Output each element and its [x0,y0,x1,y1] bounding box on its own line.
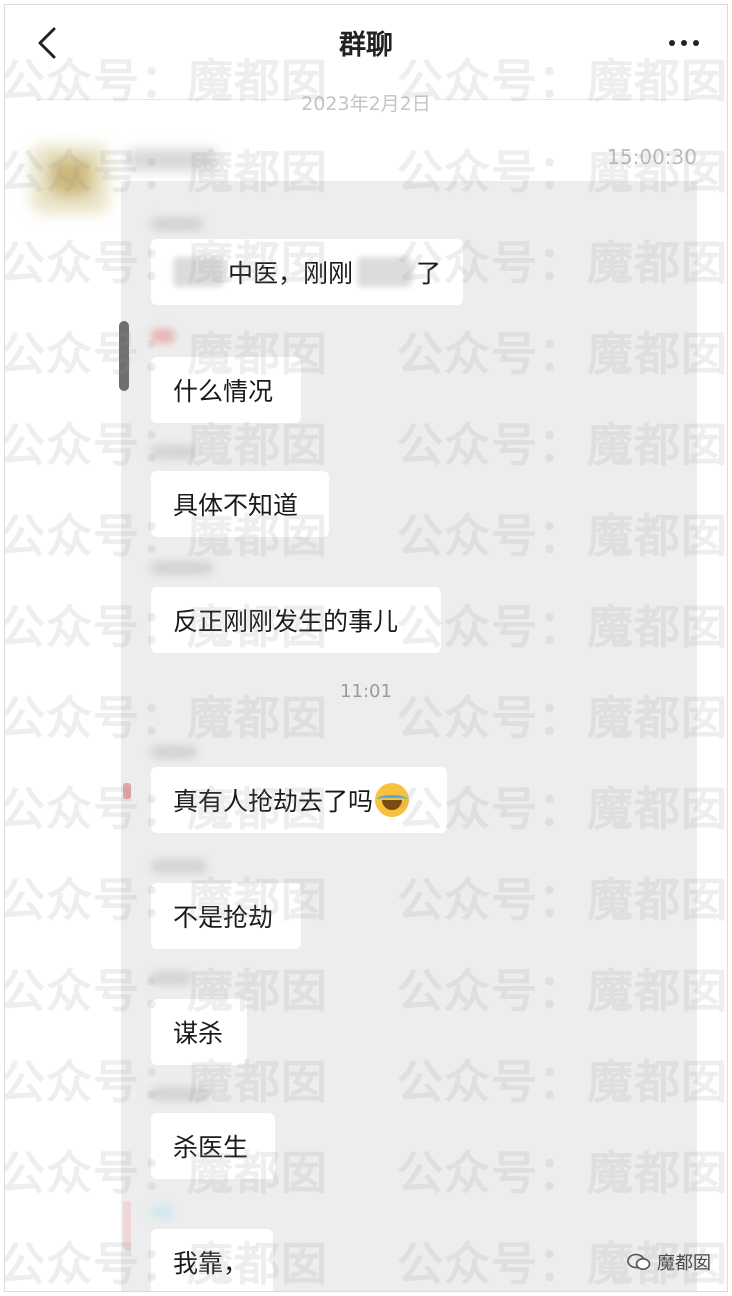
nickname-blurred [151,971,191,985]
redacted-text [173,257,225,287]
laughing-tears-emoji [375,783,410,817]
more-dot-icon [669,40,675,46]
more-dot-icon [693,40,699,46]
message-bubble[interactable]: 我靠， [151,1229,273,1291]
redacted-text [357,257,412,287]
chat-title: 群聊 [339,30,393,61]
nickname-blurred [151,329,175,343]
date-label: 2023年2月2日 [5,89,727,116]
avatar-edge [123,1201,131,1251]
nickname-blurred [151,445,197,459]
message-bubble[interactable]: 杀医生 [151,1113,275,1179]
wechat-icon [627,1253,651,1270]
nickname-blurred [151,745,197,759]
message-bubble[interactable]: 不是抢劫 [151,883,301,949]
brand-badge: 魔都囡 [627,1249,711,1275]
message-bubble[interactable]: 具体不知道 [151,471,329,537]
more-options-button[interactable] [659,31,709,55]
brand-name: 魔都囡 [657,1253,711,1274]
message-bubble[interactable]: 真有人抢劫去了吗 [151,767,447,833]
message-bubble[interactable]: 反正刚刚发生的事儿 [151,587,441,653]
message-bubble[interactable]: 谋杀 [151,999,247,1065]
sender-name-blurred [127,149,217,171]
top-bar: 群聊 [5,5,727,85]
chat-screen: 群聊 2023年2月2日 15:00:30 中医，刚刚了 什么情况 具体不知道 … [4,4,728,1292]
nickname-blurred [151,217,203,231]
message-bubble[interactable]: 中医，刚刚了 [151,239,463,305]
nickname-blurred [151,859,207,873]
more-dot-icon [681,40,687,46]
avatar-edge [123,783,131,799]
message-bubble[interactable]: 什么情况 [151,357,301,423]
avatar[interactable] [31,145,109,213]
nickname-blurred [151,561,213,575]
nickname-blurred [151,1087,209,1101]
scrollbar-thumb[interactable] [119,321,129,391]
nickname-blurred [151,1205,173,1219]
message-time: 15:00:30 [607,145,697,169]
message-time-divider: 11:01 [340,681,392,702]
